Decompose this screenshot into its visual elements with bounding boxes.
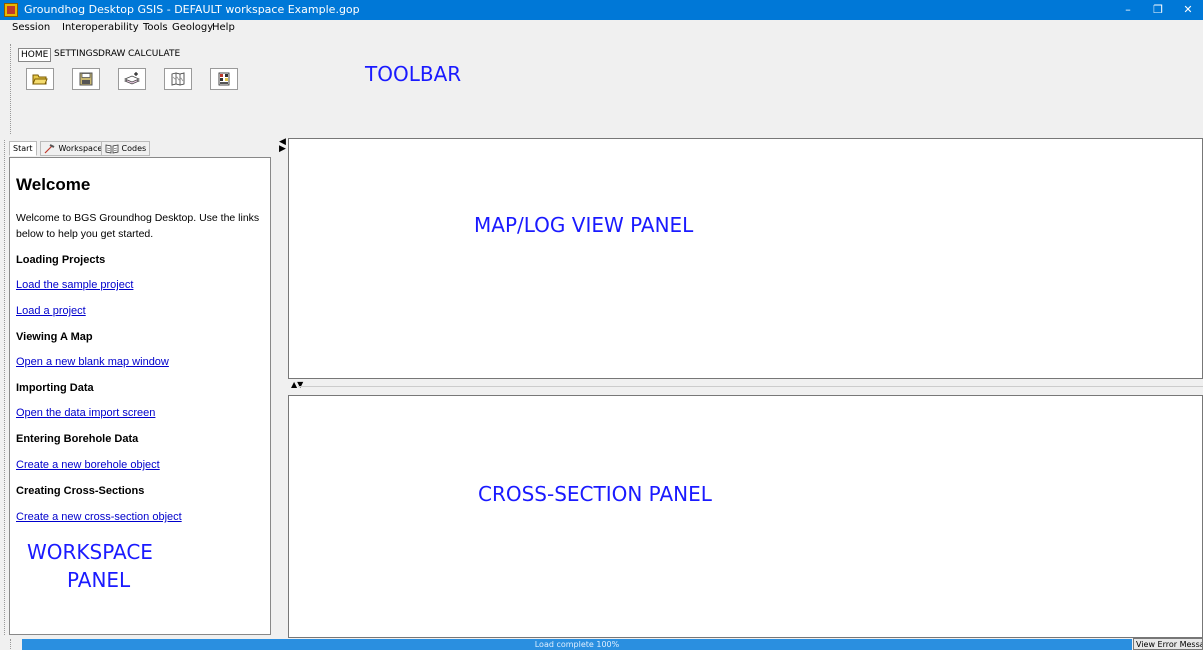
panel-splitter[interactable]: ▲▼ bbox=[288, 379, 1203, 395]
section-importing-data: Importing Data bbox=[16, 382, 94, 394]
section-borehole-data: Entering Borehole Data bbox=[16, 433, 139, 445]
codes-book-icon bbox=[105, 144, 119, 153]
workspace-annotation-line2: PANEL bbox=[67, 568, 131, 592]
save-button[interactable] bbox=[72, 68, 100, 90]
layers-add-icon bbox=[124, 72, 140, 85]
tab-codes-label: Codes bbox=[121, 144, 147, 153]
restore-button[interactable]: ❐ bbox=[1143, 0, 1173, 20]
view-error-messages-button[interactable]: View Error Messages bbox=[1133, 638, 1203, 650]
workspace-annotation-line1: WORKSPACE bbox=[27, 540, 153, 564]
open-folder-button[interactable] bbox=[26, 68, 54, 90]
tab-start[interactable]: Start bbox=[9, 141, 37, 156]
workspace-grip[interactable] bbox=[4, 140, 7, 635]
menu-help[interactable]: Help bbox=[212, 22, 235, 33]
toolbar-annotation: TOOLBAR bbox=[365, 62, 462, 86]
status-bar: Load complete 100% View Error Messages bbox=[0, 638, 1203, 650]
section-loading-projects: Loading Projects bbox=[16, 254, 106, 266]
tab-draw[interactable]: DRAW bbox=[96, 48, 127, 60]
menu-interoperability[interactable]: Interoperability bbox=[62, 22, 139, 33]
welcome-intro-line2: below to help you get started. bbox=[16, 228, 154, 240]
workspace-tabs: Start Workspace Codes ◀ ▶ bbox=[9, 138, 286, 157]
status-grip bbox=[10, 639, 13, 649]
welcome-intro-line1: Welcome to BGS Groundhog Desktop. Use th… bbox=[16, 212, 260, 224]
layers-add-button[interactable] bbox=[118, 68, 146, 90]
tab-calculate[interactable]: CALCULATE bbox=[126, 48, 182, 60]
open-folder-icon bbox=[32, 74, 48, 85]
link-load-sample-project[interactable]: Load the sample project bbox=[16, 279, 133, 291]
cross-section-panel[interactable]: CROSS-SECTION PANEL bbox=[288, 395, 1203, 638]
window-title: Groundhog Desktop GSIS - DEFAULT workspa… bbox=[24, 3, 360, 16]
collapse-panel-arrows[interactable]: ◀ ▶ bbox=[279, 138, 286, 154]
load-progress-bar: Load complete 100% bbox=[22, 639, 1132, 650]
map-log-view-panel[interactable]: MAP/LOG VIEW PANEL bbox=[288, 138, 1203, 379]
menu-session[interactable]: Session bbox=[12, 22, 50, 33]
toolbar-area: HOME SETTINGS DRAW CALCULATE TOOLBAR bbox=[0, 36, 1203, 136]
section-cross-sections: Creating Cross-Sections bbox=[16, 485, 145, 497]
app-logo-icon bbox=[4, 3, 18, 17]
section-viewing-map: Viewing A Map bbox=[16, 331, 93, 343]
map-view-annotation: MAP/LOG VIEW PANEL bbox=[474, 213, 694, 237]
tab-workspace[interactable]: Workspace bbox=[40, 141, 107, 156]
workspace-panel: Welcome Welcome to BGS Groundhog Desktop… bbox=[9, 157, 271, 635]
log-table-icon bbox=[218, 72, 230, 86]
tab-settings[interactable]: SETTINGS bbox=[52, 48, 100, 60]
tab-codes[interactable]: Codes bbox=[101, 141, 151, 156]
link-load-project[interactable]: Load a project bbox=[16, 305, 86, 317]
link-create-borehole[interactable]: Create a new borehole object bbox=[16, 459, 160, 471]
map-icon bbox=[171, 72, 185, 86]
link-create-cross-section[interactable]: Create a new cross-section object bbox=[16, 511, 182, 523]
tab-home[interactable]: HOME bbox=[18, 48, 52, 62]
link-open-data-import[interactable]: Open the data import screen bbox=[16, 407, 155, 419]
menu-bar: Session Interoperability Tools Geology H… bbox=[0, 20, 1203, 36]
menu-tools[interactable]: Tools bbox=[143, 22, 168, 33]
save-icon bbox=[79, 72, 93, 86]
cross-section-annotation: CROSS-SECTION PANEL bbox=[478, 482, 712, 506]
hammer-icon bbox=[44, 143, 55, 153]
splitter-line bbox=[298, 386, 1203, 387]
title-bar: Groundhog Desktop GSIS - DEFAULT workspa… bbox=[0, 0, 1203, 20]
menu-geology[interactable]: Geology bbox=[172, 22, 213, 33]
link-open-blank-map[interactable]: Open a new blank map window bbox=[16, 356, 169, 368]
log-table-button[interactable] bbox=[210, 68, 238, 90]
map-button[interactable] bbox=[164, 68, 192, 90]
tab-workspace-label: Workspace bbox=[58, 144, 103, 153]
toolbar-grip[interactable] bbox=[10, 44, 13, 134]
minimize-button[interactable]: – bbox=[1113, 0, 1143, 20]
splitter-arrows-icon[interactable]: ▲▼ bbox=[291, 380, 303, 389]
close-button[interactable]: ✕ bbox=[1173, 0, 1203, 20]
welcome-heading: Welcome bbox=[16, 175, 91, 194]
